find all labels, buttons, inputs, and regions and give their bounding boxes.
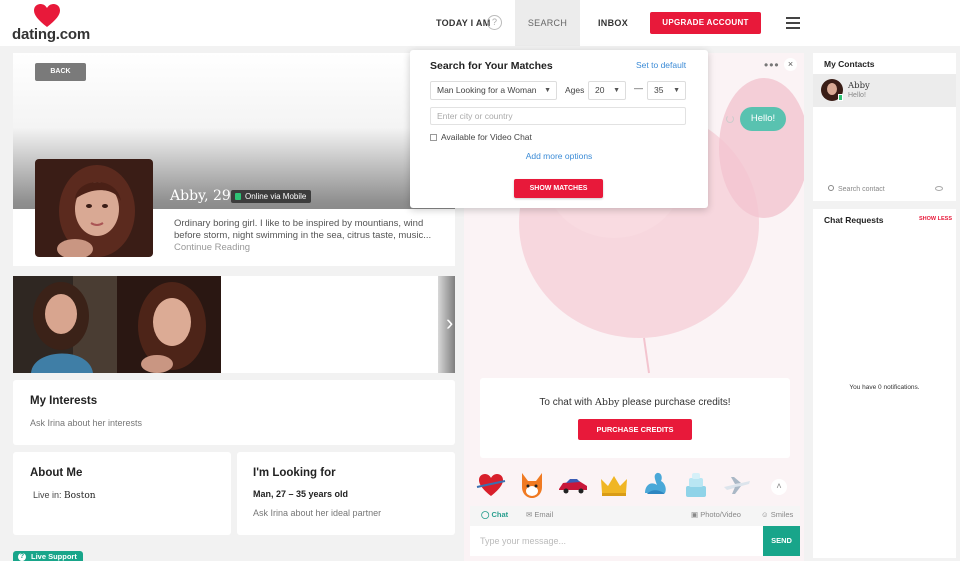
tab-email[interactable]: ✉ Email [526, 510, 553, 519]
video-chat-label[interactable]: Available for Video Chat [441, 132, 532, 142]
contact-name: Abby [848, 81, 870, 91]
looking-for-card: I'm Looking for Man, 27 – 35 years old A… [237, 452, 455, 535]
purchase-credits-card: To chat with Abby please purchase credit… [480, 378, 790, 458]
gifts-expand-button[interactable]: ˄ [771, 479, 787, 495]
gallery-photo[interactable] [117, 276, 221, 373]
chat-message-bubble: Hello! [740, 107, 786, 131]
tab-photo-video[interactable]: ▣ Photo/Video [691, 510, 741, 519]
live-in-city: Boston [64, 491, 96, 501]
video-chat-checkbox[interactable] [430, 134, 437, 141]
age-from-value: 20 [595, 85, 605, 95]
message-input[interactable]: Type your message... [470, 526, 763, 556]
interests-subtitle[interactable]: Ask Irina about her interests [30, 418, 142, 428]
caret-down-icon: ▼ [673, 87, 680, 94]
chat-requests-panel: Chat Requests SHOW LESS You have 0 notif… [813, 209, 956, 558]
credits-suffix: please purchase credits! [622, 397, 731, 408]
eye-icon[interactable] [935, 186, 943, 191]
add-more-options-link[interactable]: Add more options [410, 151, 708, 161]
credits-message: To chat with Abby please purchase credit… [480, 397, 790, 408]
gender-select-value: Man Looking for a Woman [437, 85, 537, 95]
purchase-credits-button[interactable]: PURCHASE CREDITS [578, 419, 692, 440]
looking-for-subtitle[interactable]: Ask Irina about her ideal partner [253, 508, 381, 518]
city-input[interactable]: Enter city or country [430, 107, 686, 125]
profile-avatar[interactable] [35, 159, 153, 257]
ages-label: Ages [565, 85, 585, 95]
about-card: About Me Live in: Boston [13, 452, 231, 535]
show-less-link[interactable]: SHOW LESS [919, 216, 952, 222]
live-support-button[interactable]: Live Support [13, 551, 83, 561]
crown-gift-icon[interactable] [598, 469, 630, 501]
camera-icon: ▣ [691, 510, 699, 519]
caret-down-icon: ▼ [544, 87, 551, 94]
age-from-select[interactable]: 20 ▼ [588, 81, 626, 100]
my-contacts-panel: My Contacts Abby Hello! Search contact [813, 53, 956, 201]
close-icon[interactable]: × [784, 58, 797, 71]
show-matches-button[interactable]: SHOW MATCHES [514, 179, 603, 198]
live-in-label: Live in: [33, 490, 62, 500]
live-in-row: Live in: Boston [33, 490, 96, 501]
credits-prefix: To chat with [539, 397, 593, 408]
profile-bio: Ordinary boring girl. I like to be inspi… [174, 218, 432, 241]
site-logo[interactable]: dating.com [12, 4, 90, 44]
interests-card: My Interests Ask Irina about her interes… [13, 380, 455, 445]
help-icon[interactable]: ? [487, 15, 502, 30]
logo-text: dating.com [12, 26, 91, 43]
chat-tabs: ◯ Chat ✉ Email ▣ Photo/Video ☺ Smiles [470, 506, 800, 526]
search-contact-input[interactable]: Search contact [828, 185, 885, 193]
photo-gallery: › [13, 276, 455, 373]
chat-bubble-icon: ◯ [481, 510, 490, 519]
contact-last-message: Hello! [848, 92, 866, 99]
continue-reading-link[interactable]: Continue Reading [174, 242, 250, 253]
car-gift-icon[interactable] [557, 469, 589, 501]
gallery-next-button[interactable]: › [438, 276, 455, 373]
online-indicator-icon [838, 94, 843, 101]
age-to-value: 35 [654, 85, 664, 95]
age-to-select[interactable]: 35 ▼ [647, 81, 686, 100]
heart-logo-icon [34, 4, 60, 27]
contacts-title: My Contacts [824, 59, 875, 69]
gallery-photo[interactable] [13, 276, 117, 373]
fox-gift-icon[interactable] [516, 469, 548, 501]
interests-title: My Interests [30, 395, 98, 407]
top-header: dating.com TODAY I AM ? SEARCH INBOX UPG… [0, 0, 960, 46]
swan-gift-icon[interactable] [639, 469, 671, 501]
requests-title: Chat Requests [824, 215, 884, 225]
nav-search[interactable]: SEARCH [515, 0, 580, 46]
upgrade-account-button[interactable]: UPGRADE ACCOUNT [650, 12, 761, 34]
more-options-icon[interactable]: ••• [764, 58, 780, 72]
popup-title: Search for Your Matches [430, 60, 553, 72]
profile-name: Abby, 29 [170, 188, 231, 204]
send-button[interactable]: SEND [763, 526, 800, 556]
plane-gift-icon[interactable] [721, 469, 753, 501]
tab-chat[interactable]: ◯ Chat [481, 510, 508, 519]
looking-for-detail: Man, 27 – 35 years old [253, 489, 349, 499]
nav-inbox[interactable]: INBOX [598, 0, 628, 46]
gender-select[interactable]: Man Looking for a Woman ▼ [430, 81, 557, 100]
back-button[interactable]: BACK [35, 63, 86, 81]
chevron-right-icon: › [446, 310, 454, 335]
looking-for-title: I'm Looking for [253, 467, 336, 479]
contact-item[interactable]: Abby Hello! [813, 74, 956, 107]
search-matches-popup: Search for Your Matches Set to default M… [410, 50, 708, 208]
hamburger-menu-icon[interactable] [786, 17, 800, 29]
empty-notifications: You have 0 notifications. [849, 384, 920, 391]
caret-down-icon: ▼ [613, 87, 620, 94]
heart-gift-icon[interactable] [475, 469, 507, 501]
search-icon [828, 185, 834, 191]
smile-icon: ☺ [761, 510, 769, 519]
cake-gift-icon[interactable] [680, 469, 712, 501]
nav-today-i-am[interactable]: TODAY I AM [436, 0, 491, 46]
tab-smiles[interactable]: ☺ Smiles [761, 510, 793, 519]
credits-name: Abby [595, 397, 620, 408]
age-separator: — [634, 83, 643, 93]
envelope-icon: ✉ [526, 510, 533, 519]
set-to-default-link[interactable]: Set to default [636, 60, 686, 70]
loading-icon [726, 115, 734, 123]
online-status-badge: Online via Mobile [231, 190, 312, 203]
about-title: About Me [30, 467, 83, 479]
